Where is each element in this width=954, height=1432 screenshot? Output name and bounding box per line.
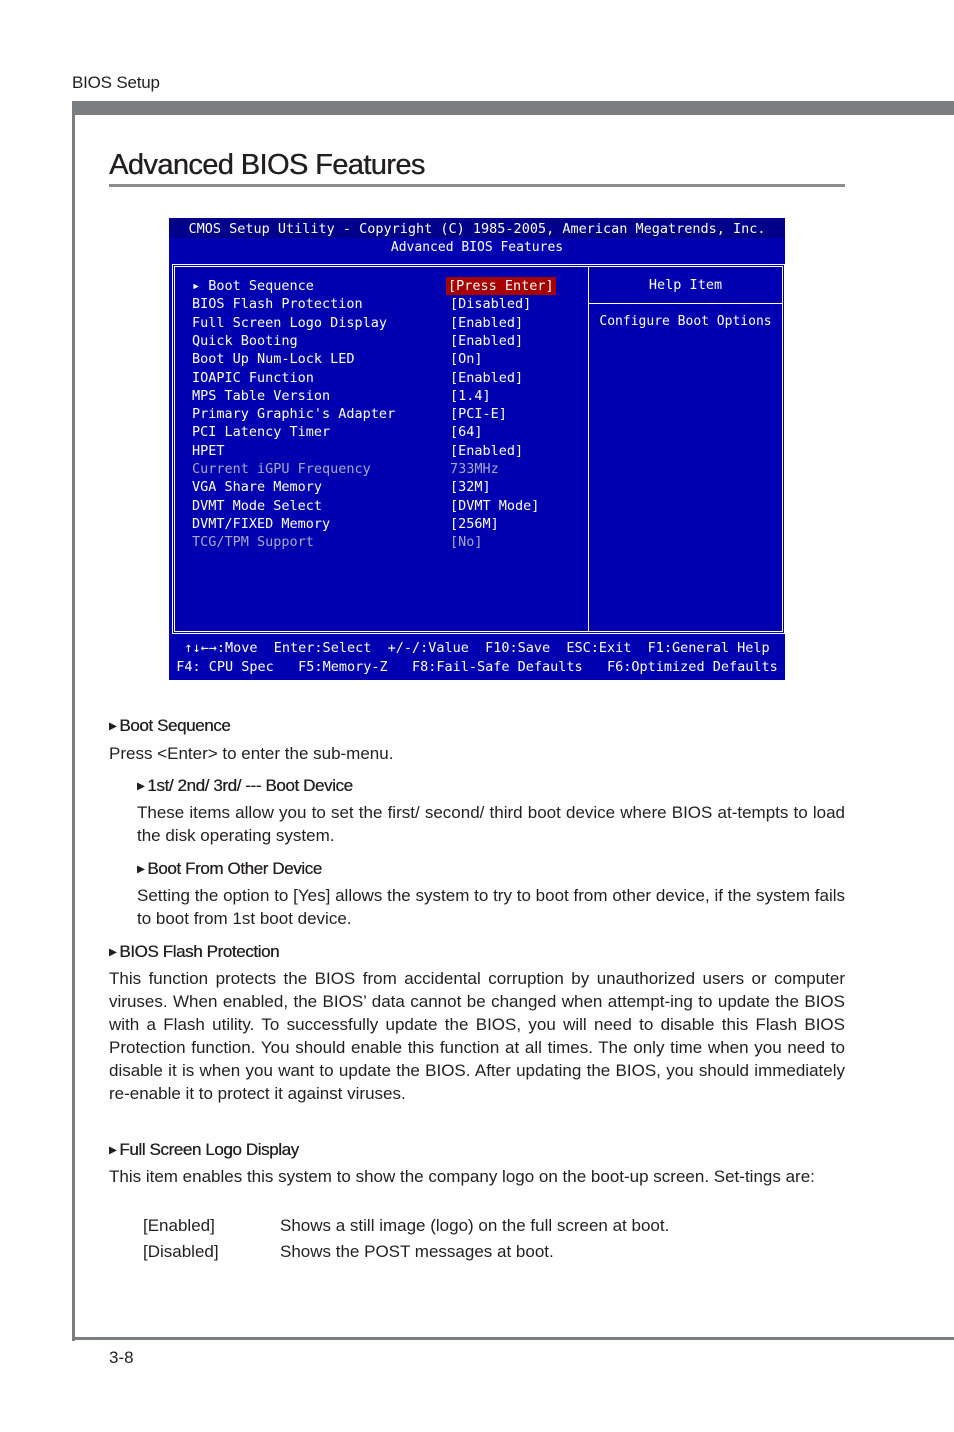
bios-item-row[interactable]: Current iGPU Frequency 733MHz — [192, 460, 582, 478]
bios-item-value: [Enabled] — [450, 442, 524, 459]
bios-item-value: [Enabled] — [450, 332, 524, 349]
bios-item-value: [On] — [450, 351, 483, 368]
bios-item-row[interactable]: Boot Up Num-Lock LED [On] — [192, 350, 582, 368]
bios-item-label: TCG/TPM Support — [192, 534, 314, 551]
bios-item-value: [256M] — [450, 515, 499, 532]
bios-item-row[interactable]: TCG/TPM Support [No] — [192, 533, 582, 551]
section-heading-boot-device: ▶ 1st/ 2nd/ 3rd/ --- Boot Device — [137, 776, 353, 796]
section-heading-boot-other: ▶ Boot From Other Device — [137, 859, 322, 879]
triangle-bullet-icon: ▶ — [137, 781, 145, 792]
bios-item-row[interactable]: PCI Latency Timer [64] — [192, 423, 582, 441]
bios-key-legend-2: F4: CPU Spec F5:Memory-Z F8:Fail-Safe De… — [176, 659, 778, 675]
heading-text: 1st/ 2nd/ 3rd/ --- Boot Device — [147, 776, 353, 795]
bios-item-value: [DVMT Mode] — [450, 497, 540, 514]
bios-item-value: [32M] — [450, 479, 491, 496]
section-heading-flash-protection: ▶ BIOS Flash Protection — [109, 942, 279, 962]
bios-item-value: [Enabled] — [450, 369, 524, 386]
triangle-bullet-icon: ▶ — [109, 947, 117, 958]
bios-item-row[interactable]: IOAPIC Function [Enabled] — [192, 369, 582, 387]
frame-bottom-bar — [72, 1337, 954, 1340]
section-text-boot-sequence: Press <Enter> to enter the sub-menu. — [109, 744, 394, 763]
triangle-bullet-icon: ▶ — [109, 1145, 117, 1156]
bios-item-row[interactable]: BIOS Flash Protection [Disabled] — [192, 295, 582, 313]
bios-item-row[interactable]: Quick Booting [Enabled] — [192, 332, 582, 350]
bios-item-label: DVMT/FIXED Memory — [192, 515, 331, 532]
heading-text: Boot From Other Device — [147, 859, 322, 878]
help-text: Configure Boot Options — [599, 314, 772, 329]
bios-screenshot: CMOS Setup Utility - Copyright (C) 1985-… — [169, 218, 785, 680]
bios-item-value: [64] — [450, 424, 483, 441]
bios-item-label: Current iGPU Frequency — [192, 461, 371, 477]
section-heading-logo-display: ▶ Full Screen Logo Display — [109, 1140, 299, 1160]
bios-item-row[interactable]: HPET [Enabled] — [192, 442, 582, 460]
bios-item-label: PCI Latency Timer — [192, 424, 331, 441]
bios-key-legend-1: ↑↓←→:Move Enter:Select +/-/:Value F10:Sa… — [184, 640, 770, 656]
section-text-boot-other: Setting the option to [Yes] allows the s… — [137, 886, 845, 928]
bios-item-label: DVMT Mode Select — [192, 497, 323, 514]
heading-text: BIOS Flash Protection — [119, 942, 280, 961]
bios-item-label: IOAPIC Function — [192, 369, 314, 386]
option-desc-enabled: Shows a still image (logo) on the full s… — [280, 1216, 670, 1235]
title-rule — [109, 184, 845, 187]
running-head: BIOS Setup — [72, 73, 160, 92]
bios-item-label: HPET — [192, 442, 225, 459]
page-title: Advanced BIOS Features — [109, 149, 425, 181]
option-key-disabled: [Disabled] — [143, 1242, 219, 1261]
bios-item-value-selected: [Press Enter] — [446, 277, 556, 295]
frame-left-bar — [72, 101, 75, 1341]
section-heading-boot-sequence: ▶ Boot Sequence — [109, 716, 231, 736]
option-desc-disabled: Shows the POST messages at boot. — [280, 1242, 554, 1261]
bios-item-label: VGA Share Memory — [192, 479, 323, 496]
bios-item-label: BIOS Flash Protection — [192, 296, 363, 313]
bios-item-label: Boot Up Num-Lock LED — [192, 351, 355, 368]
heading-text: Boot Sequence — [119, 716, 231, 735]
section-text-boot-device: These items allow you to set the first/ … — [137, 803, 845, 845]
bios-item-value: 733MHz — [450, 461, 499, 477]
page-number: 3-8 — [109, 1348, 134, 1367]
bios-item-value: [Disabled] — [450, 296, 532, 313]
section-text-logo-display: This item enables this system to show th… — [109, 1167, 815, 1186]
bios-item-label: MPS Table Version — [192, 387, 331, 404]
bios-subtitle: Advanced BIOS Features — [390, 240, 564, 255]
option-key-enabled: [Enabled] — [143, 1216, 215, 1235]
bios-item-value: [Enabled] — [450, 314, 524, 331]
bios-item-value: [PCI-E] — [450, 406, 507, 423]
bios-item-value: [1.4] — [450, 387, 491, 404]
bios-item-label: Quick Booting — [192, 332, 298, 349]
bios-item-row[interactable]: ▸ Boot Sequence [Press Enter] — [192, 277, 582, 295]
bios-item-label: Primary Graphic's Adapter — [192, 406, 396, 423]
bios-item-row[interactable]: MPS Table Version [1.4] — [192, 387, 582, 405]
bios-item-row[interactable]: DVMT/FIXED Memory [256M] — [192, 515, 582, 533]
bios-main-panel: ▸ Boot Sequence [Press Enter] BIOS Flash P… — [172, 264, 785, 634]
bios-item-row[interactable]: VGA Share Memory [32M] — [192, 478, 582, 496]
triangle-bullet-icon: ▶ — [109, 721, 117, 732]
section-text-flash-protection: This function protects the BIOS from acc… — [109, 969, 845, 1103]
heading-text: Full Screen Logo Display — [119, 1140, 299, 1159]
help-title: Help Item — [648, 277, 723, 293]
frame-top-bar — [72, 101, 954, 115]
bios-item-label: Full Screen Logo Display — [192, 314, 388, 331]
bios-item-label: ▸ Boot Sequence — [192, 278, 314, 294]
bios-item-row[interactable]: Full Screen Logo Display [Enabled] — [192, 314, 582, 332]
bios-header: CMOS Setup Utility - Copyright (C) 1985-… — [169, 218, 785, 238]
bios-item-value: [No] — [450, 534, 483, 551]
triangle-bullet-icon: ▶ — [137, 864, 145, 875]
bios-item-row[interactable]: Primary Graphic's Adapter [PCI-E] — [192, 405, 582, 423]
bios-item-row[interactable]: DVMT Mode Select [DVMT Mode] — [192, 497, 582, 515]
help-rule — [589, 303, 782, 304]
